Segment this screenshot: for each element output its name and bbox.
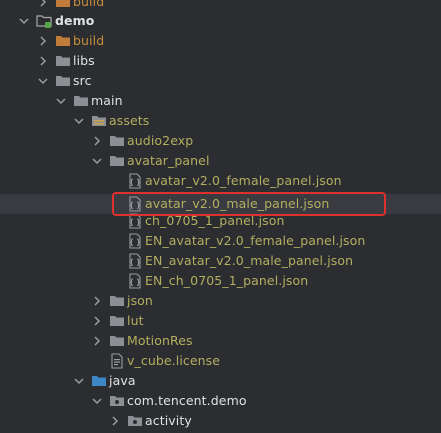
- tree-row-build[interactable]: build: [0, 31, 441, 51]
- chevron-right-icon[interactable]: [91, 311, 103, 331]
- tree-row-avatar-panel[interactable]: avatar_panel: [0, 151, 441, 171]
- tree-row-activity[interactable]: activity: [0, 411, 441, 431]
- tree-item-label: EN_avatar_v2.0_female_panel.json: [145, 233, 366, 248]
- chevron-right-icon[interactable]: [37, 31, 49, 51]
- tree-item-label: demo: [55, 13, 95, 28]
- chevron-down-icon[interactable]: [73, 371, 85, 391]
- tree-item-label: lut: [127, 313, 144, 328]
- tree-item-label: ch_0705_1_panel.json: [145, 213, 285, 228]
- chevron-right-icon[interactable]: [91, 331, 103, 351]
- chevron-down-icon[interactable]: [18, 11, 30, 31]
- tree-item-label: EN_avatar_v2.0_male_panel.json: [145, 253, 354, 268]
- tree-item-label: avatar_panel: [127, 153, 210, 168]
- folder-icon: [109, 293, 125, 309]
- tree-row-file[interactable]: EN_avatar_v2.0_male_panel.json: [0, 251, 441, 271]
- tree-row-file[interactable]: ch_0705_1_panel.json: [0, 211, 441, 231]
- chevron-right-icon[interactable]: [91, 131, 103, 151]
- tree-row-audio2exp[interactable]: audio2exp: [0, 131, 441, 151]
- tree-row-package[interactable]: com.tencent.demo: [0, 391, 441, 411]
- excluded-folder-icon: [55, 33, 71, 49]
- tree-item-label: json: [127, 293, 153, 308]
- chevron-down-icon[interactable]: [73, 111, 85, 131]
- excluded-folder-icon: [55, 0, 71, 10]
- tree-row-file[interactable]: avatar_v2.0_female_panel.json: [0, 171, 441, 191]
- tree-item-label: EN_ch_0705_1_panel.json: [145, 273, 309, 288]
- project-tree-panel: build demo build libs src main assets au…: [0, 0, 441, 433]
- tree-row-java[interactable]: java: [0, 371, 441, 391]
- chevron-down-icon[interactable]: [55, 91, 67, 111]
- json-file-icon: [127, 233, 143, 249]
- tree-row-file[interactable]: v_cube.license: [0, 351, 441, 371]
- json-file-icon: [127, 213, 143, 229]
- folder-icon: [109, 333, 125, 349]
- tree-item-label: libs: [73, 53, 95, 68]
- tree-row-demo[interactable]: demo: [0, 11, 441, 31]
- tree-item-label: assets: [109, 113, 150, 128]
- package-folder-icon: [109, 393, 125, 409]
- chevron-down-icon[interactable]: [91, 151, 103, 171]
- tree-item-label: build: [73, 33, 105, 48]
- tree-row-lut[interactable]: lut: [0, 311, 441, 331]
- tree-row-json[interactable]: json: [0, 291, 441, 311]
- tree-row-libs[interactable]: libs: [0, 51, 441, 71]
- tree-item-label: java: [109, 373, 136, 388]
- json-file-icon: [127, 273, 143, 289]
- tree-item-label: v_cube.license: [127, 353, 221, 368]
- chevron-right-icon[interactable]: [91, 291, 103, 311]
- tree-item-label: src: [73, 73, 92, 88]
- tree-row-src[interactable]: src: [0, 71, 441, 91]
- module-folder-icon: [36, 13, 52, 29]
- folder-icon: [73, 93, 89, 109]
- tree-row-main[interactable]: main: [0, 91, 441, 111]
- tree-item-label: activity: [145, 413, 192, 428]
- tree-item-label: com.tencent.demo: [127, 393, 247, 408]
- source-folder-icon: [91, 373, 107, 389]
- tree-row-file[interactable]: EN_ch_0705_1_panel.json: [0, 271, 441, 291]
- folder-icon: [109, 313, 125, 329]
- resource-folder-icon: [91, 113, 107, 129]
- tree-item-label: MotionRes: [127, 333, 193, 348]
- chevron-right-icon[interactable]: [37, 51, 49, 71]
- json-file-icon: [127, 173, 143, 189]
- folder-icon: [109, 153, 125, 169]
- tree-row-assets[interactable]: assets: [0, 111, 441, 131]
- tree-row-motionres[interactable]: MotionRes: [0, 331, 441, 351]
- package-folder-icon: [127, 413, 143, 429]
- text-file-icon: [109, 353, 125, 369]
- chevron-down-icon[interactable]: [37, 71, 49, 91]
- tree-item-label: audio2exp: [127, 133, 194, 148]
- folder-icon: [109, 133, 125, 149]
- chevron-down-icon[interactable]: [91, 391, 103, 411]
- tree-row-file[interactable]: EN_avatar_v2.0_female_panel.json: [0, 231, 441, 251]
- json-file-icon: [127, 196, 143, 212]
- tree-item-label: avatar_v2.0_female_panel.json: [145, 173, 342, 188]
- folder-icon: [55, 73, 71, 89]
- chevron-right-icon[interactable]: [109, 411, 121, 431]
- folder-icon: [55, 53, 71, 69]
- json-file-icon: [127, 253, 143, 269]
- tree-item-label: main: [91, 93, 123, 108]
